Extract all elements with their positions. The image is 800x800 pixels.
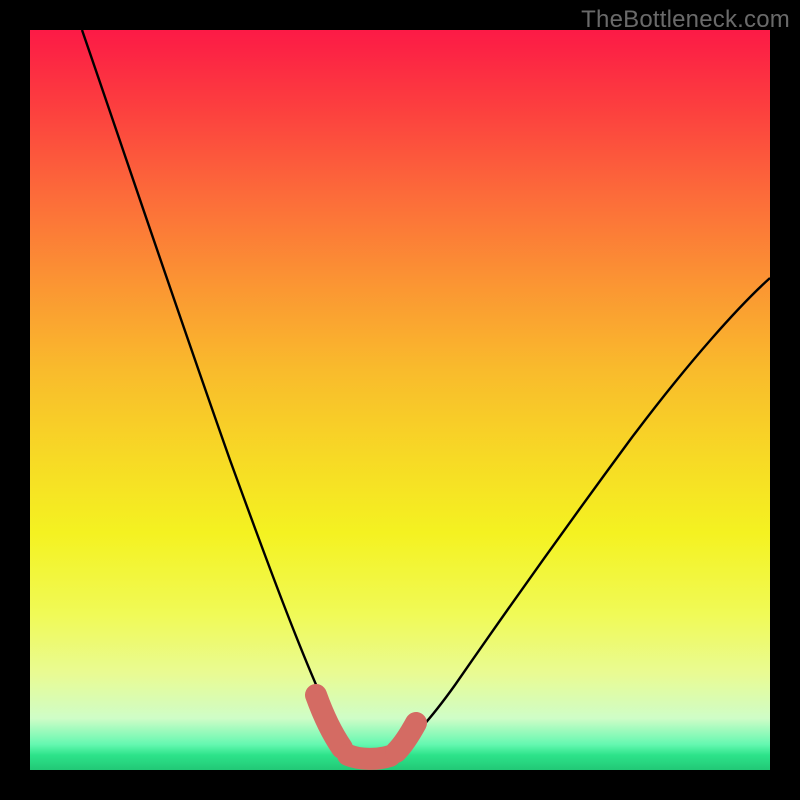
attribution-label: TheBottleneck.com (581, 6, 790, 34)
chart-svg (30, 30, 770, 770)
trough-highlight-bottom (348, 755, 390, 759)
trough-highlight-right (396, 723, 416, 752)
series-right-curve (393, 278, 770, 754)
trough-highlight-left (316, 695, 342, 748)
chart-frame: TheBottleneck.com (0, 0, 800, 800)
chart-plot-area (30, 30, 770, 770)
series-left-curve (82, 30, 356, 754)
